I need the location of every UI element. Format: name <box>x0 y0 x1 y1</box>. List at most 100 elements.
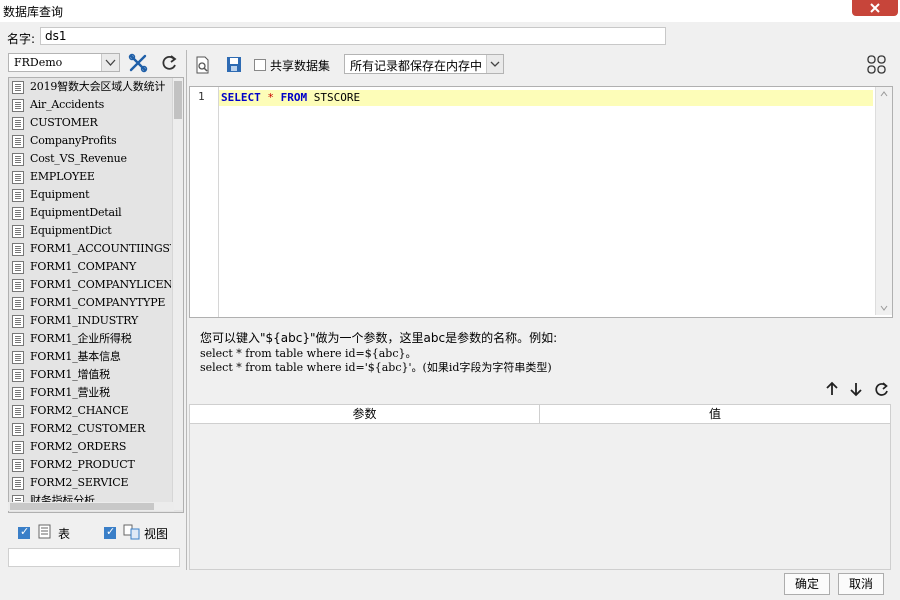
share-dataset-label: 共享数据集 <box>270 59 331 73</box>
connection-settings-button[interactable] <box>127 52 149 74</box>
table-icon <box>12 189 24 202</box>
title-bar: 数据库查询 <box>0 0 900 22</box>
tree-item-label: CUSTOMER <box>30 116 98 129</box>
line-number: 1 <box>198 90 205 103</box>
tree-item[interactable]: FORM2_CHANCE <box>9 402 171 420</box>
parameters-table[interactable]: 参数 值 <box>189 404 891 570</box>
tree-item[interactable]: FORM1_营业税 <box>9 384 171 402</box>
table-search-input[interactable] <box>8 548 180 567</box>
panel-divider[interactable] <box>186 50 187 570</box>
tree-item[interactable]: EquipmentDict <box>9 222 171 240</box>
tree-item[interactable]: FORM1_COMPANYLICENSE <box>9 276 171 294</box>
tree-scroll-thumb[interactable] <box>174 81 182 119</box>
move-down-button[interactable] <box>847 380 865 398</box>
tree-item[interactable]: FORM1_ACCOUNTIINGSYSTEM <box>9 240 171 258</box>
tree-item-label: FORM1_COMPANY <box>30 260 137 273</box>
tree-item[interactable]: Equipment <box>9 186 171 204</box>
grid-icon <box>867 55 886 74</box>
scroll-down-icon[interactable] <box>880 305 888 311</box>
tree-item[interactable]: FORM2_ORDERS <box>9 438 171 456</box>
column-header-param[interactable]: 参数 <box>190 405 540 423</box>
table-filter-label: 表 <box>58 527 71 541</box>
editor-vertical-scrollbar[interactable] <box>875 87 892 315</box>
table-icon <box>12 261 24 274</box>
table-filter-checkbox[interactable] <box>18 525 30 539</box>
table-icon <box>12 387 24 400</box>
table-icon <box>12 297 24 310</box>
tree-item-label: Equipment <box>30 188 90 201</box>
tree-item[interactable]: EMPLOYEE <box>9 168 171 186</box>
table-icon <box>12 135 24 148</box>
cancel-button[interactable]: 取消 <box>838 573 884 595</box>
move-up-button[interactable] <box>823 380 841 398</box>
chevron-down-icon <box>486 55 503 73</box>
column-header-value[interactable]: 值 <box>540 405 890 423</box>
table-icon <box>12 405 24 418</box>
parameter-hint: 您可以键入"${abc}"做为一个参数，这里abc是参数的名称。例如: <box>200 331 558 345</box>
table-icon <box>12 333 24 346</box>
tree-item[interactable]: CUSTOMER <box>9 114 171 132</box>
chevron-down-icon <box>101 54 119 71</box>
refresh-params-button[interactable] <box>872 380 890 398</box>
tree-item-label: FORM2_CHANCE <box>30 404 129 417</box>
tree-hscroll-thumb[interactable] <box>10 503 154 510</box>
view-filter-checkbox[interactable] <box>104 525 116 539</box>
storage-mode-value: 所有记录都保存在内存中 <box>350 59 483 73</box>
tree-horizontal-scrollbar[interactable] <box>8 502 174 511</box>
tree-item-label: 2019智数大会区域人数统计 <box>30 80 166 93</box>
table-icon <box>12 243 24 256</box>
tree-item[interactable]: FORM1_基本信息 <box>9 348 171 366</box>
tree-item-label: EquipmentDetail <box>30 206 122 219</box>
window-title: 数据库查询 <box>3 5 64 19</box>
table-icon <box>12 459 24 472</box>
tree-item[interactable]: FORM1_企业所得税 <box>9 330 171 348</box>
close-button[interactable] <box>852 0 898 16</box>
tree-item[interactable]: FORM2_CUSTOMER <box>9 420 171 438</box>
table-icon <box>12 171 24 184</box>
tree-item[interactable]: EquipmentDetail <box>9 204 171 222</box>
view-filter-label: 视图 <box>144 527 169 541</box>
save-query-button[interactable] <box>224 55 246 77</box>
refresh-button[interactable] <box>158 52 180 74</box>
table-icon <box>12 153 24 166</box>
table-icon <box>12 351 24 364</box>
view-type-icon <box>123 524 141 543</box>
datasource-select[interactable]: FRDemo <box>8 53 120 72</box>
table-icon <box>12 423 24 436</box>
tree-item[interactable]: 2019智数大会区域人数统计 <box>9 78 171 96</box>
tree-item-label: EquipmentDict <box>30 224 112 237</box>
table-icon <box>12 99 24 112</box>
tree-item[interactable]: CompanyProfits <box>9 132 171 150</box>
refresh-icon <box>162 55 177 70</box>
tree-item-label: Cost_VS_Revenue <box>30 152 127 165</box>
table-icon <box>12 225 24 238</box>
preview-button[interactable] <box>193 55 215 77</box>
sql-keyword-select: SELECT <box>221 91 261 104</box>
tree-item[interactable]: Cost_VS_Revenue <box>9 150 171 168</box>
table-icon <box>12 207 24 220</box>
tree-item[interactable]: FORM1_COMPANYTYPE <box>9 294 171 312</box>
tree-item-label: FORM1_基本信息 <box>30 350 121 363</box>
share-dataset-checkbox[interactable] <box>254 59 266 71</box>
name-input[interactable] <box>40 27 666 45</box>
tree-item[interactable]: FORM1_INDUSTRY <box>9 312 171 330</box>
tree-item[interactable]: Air_Accidents <box>9 96 171 114</box>
tree-item[interactable]: FORM2_PRODUCT <box>9 456 171 474</box>
layout-toggle-button[interactable] <box>866 54 888 76</box>
arrow-down-icon <box>850 383 862 397</box>
tree-vertical-scrollbar[interactable] <box>172 78 183 510</box>
ok-button[interactable]: 确定 <box>784 573 830 595</box>
parameters-table-header: 参数 值 <box>190 405 890 424</box>
tree-item[interactable]: FORM1_COMPANY <box>9 258 171 276</box>
tree-item[interactable]: FORM2_SERVICE <box>9 474 171 492</box>
tree-item-label: CompanyProfits <box>30 134 117 147</box>
sql-code-line[interactable]: SELECT * FROM STSCORE <box>221 90 360 106</box>
sql-editor[interactable]: 1 SELECT * FROM STSCORE <box>189 86 893 318</box>
storage-mode-select[interactable]: 所有记录都保存在内存中 <box>344 54 504 74</box>
tree-item[interactable]: FORM1_增值税 <box>9 366 171 384</box>
tree-item-label: FORM1_营业税 <box>30 386 110 399</box>
scroll-up-icon[interactable] <box>880 91 888 97</box>
tree-item-label: EMPLOYEE <box>30 170 95 183</box>
table-tree[interactable]: 2019智数大会区域人数统计 Air_Accidents CUSTOMER Compa… <box>8 77 184 513</box>
datasource-select-value: FRDemo <box>14 56 63 69</box>
